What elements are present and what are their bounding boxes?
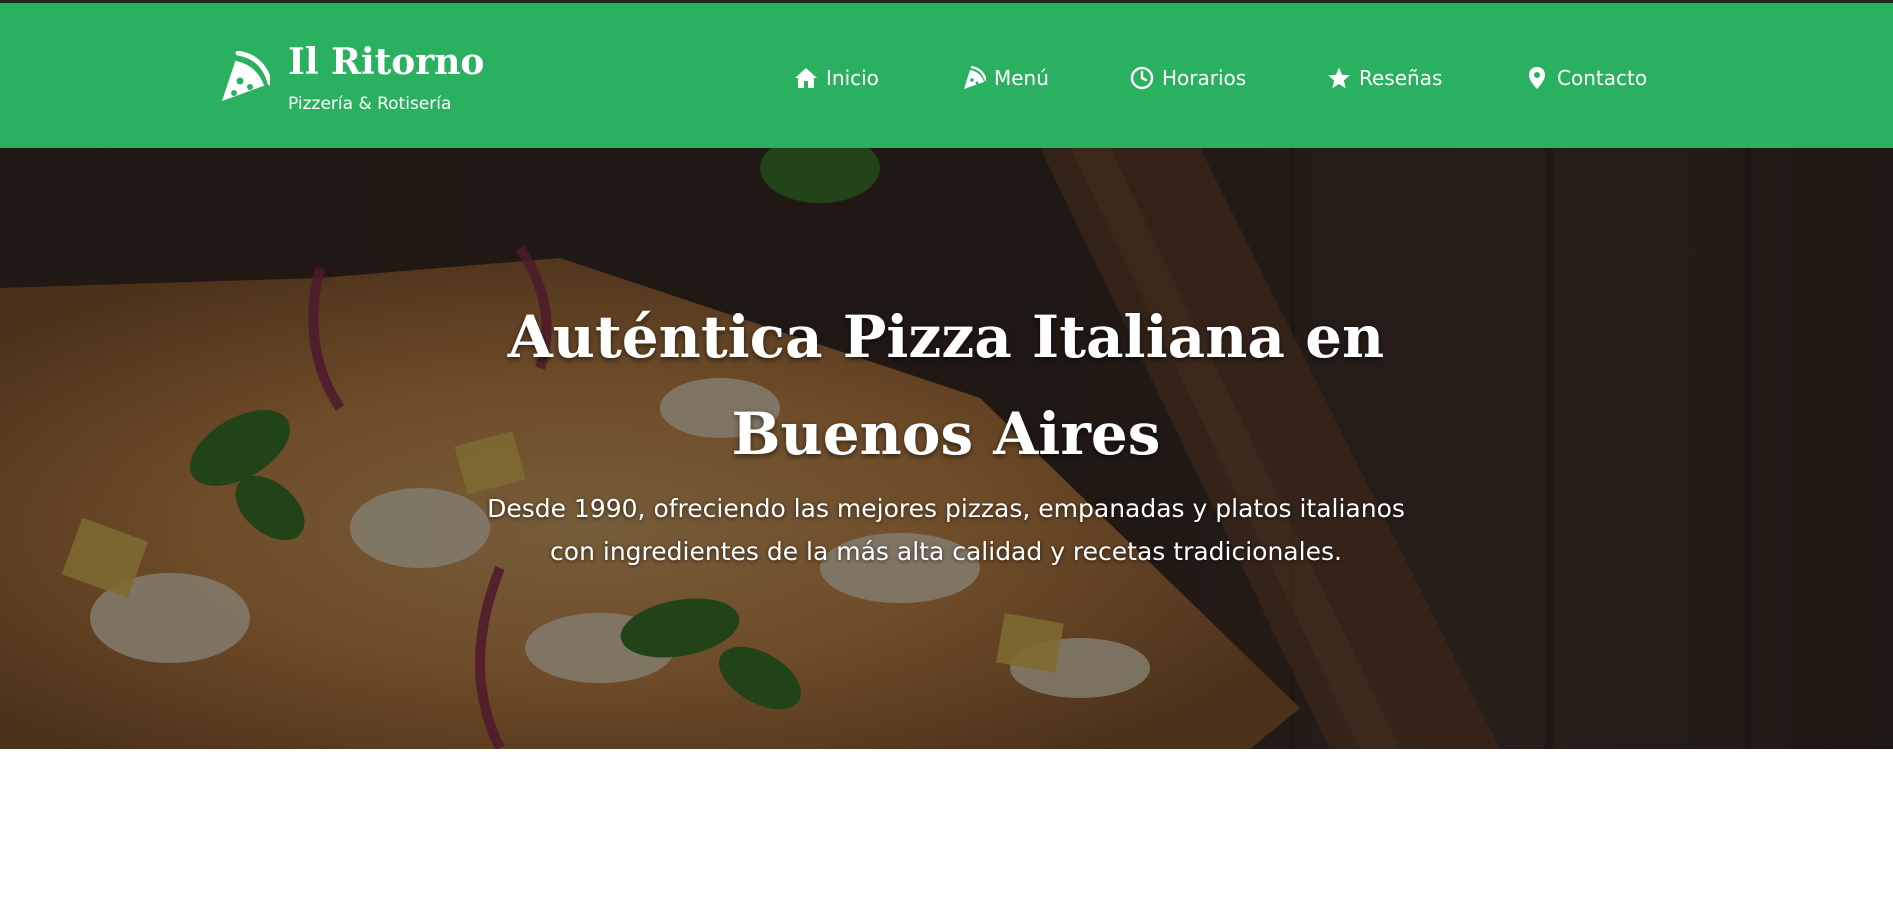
nav-item-horarios[interactable]: Horarios <box>1130 61 1246 95</box>
hero-description: Desde 1990, ofreciendo las mejores pizza… <box>446 487 1446 573</box>
nav-label: Reseñas <box>1359 66 1443 90</box>
nav-label: Menú <box>994 66 1049 90</box>
hero-section: Auténtica Pizza Italiana en Buenos Aires… <box>0 148 1893 749</box>
pizza-slice-icon <box>964 66 986 89</box>
nav-item-contacto[interactable]: Contacto <box>1525 61 1647 95</box>
nav-label: Inicio <box>826 66 879 90</box>
home-icon <box>795 68 817 88</box>
hero-title-line: Buenos Aires <box>731 399 1161 468</box>
nav-item-menu[interactable]: Menú <box>962 61 1049 95</box>
nav-item-inicio[interactable]: Inicio <box>794 61 879 95</box>
nav-label: Contacto <box>1557 66 1648 90</box>
hero-description-line: con ingredientes de la más alta calidad … <box>550 537 1342 566</box>
brand-name: Il Ritorno <box>288 41 485 83</box>
hero-description-line: Desde 1990, ofreciendo las mejores pizza… <box>487 494 1405 523</box>
brand-subtitle: Pizzería & Rotisería <box>288 94 452 114</box>
nav-label: Horarios <box>1162 66 1247 90</box>
star-icon <box>1328 67 1350 89</box>
hero-title: Auténtica Pizza Italiana en Buenos Aires <box>346 289 1546 483</box>
hero-title-line: Auténtica Pizza Italiana en <box>507 302 1385 371</box>
map-pin-icon <box>1529 67 1545 89</box>
site-header: Il Ritorno Pizzería & Rotisería Inicio M… <box>0 3 1893 148</box>
nav-item-resenas[interactable]: Reseñas <box>1327 61 1442 95</box>
clock-icon <box>1130 66 1154 90</box>
pizza-slice-icon <box>222 51 270 101</box>
